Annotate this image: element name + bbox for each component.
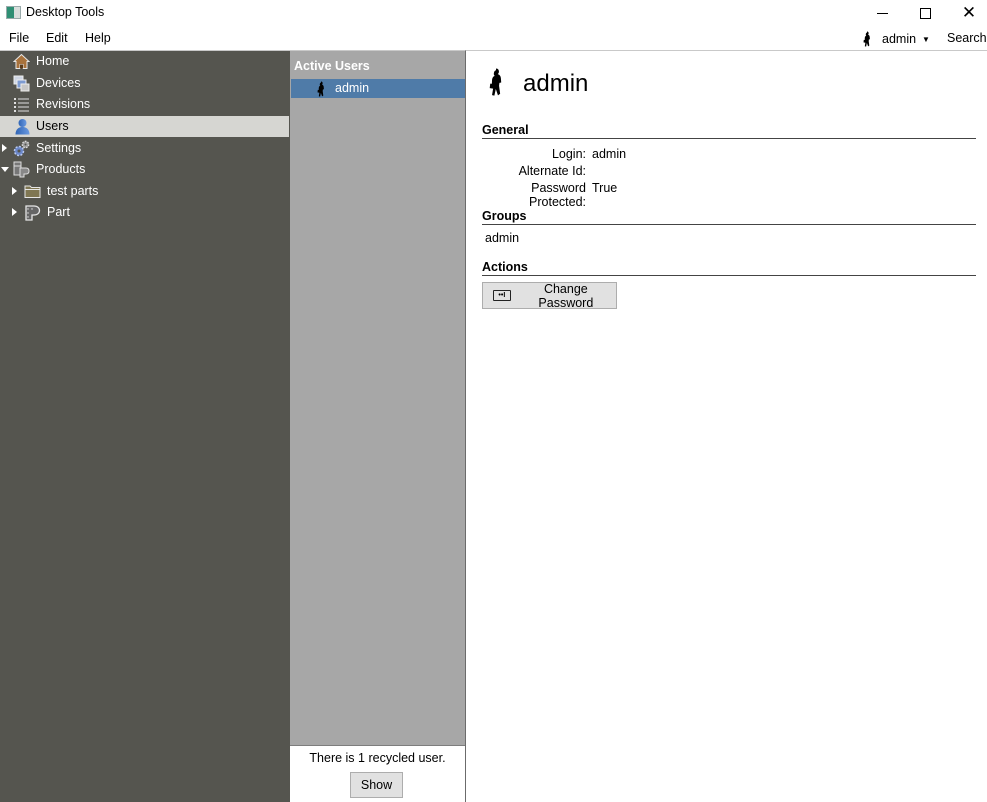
title-bar: Desktop Tools ✕	[0, 0, 987, 26]
change-password-button[interactable]: ••I Change Password	[482, 281, 617, 310]
recycled-users-text: There is 1 recycled user.	[309, 751, 446, 765]
user-silhouette-icon	[863, 31, 870, 47]
list-icon	[14, 98, 29, 112]
sidebar-item-label: Products	[36, 162, 86, 176]
part-icon	[25, 205, 41, 221]
menu-help[interactable]: Help	[85, 31, 111, 45]
group-item: admin	[485, 231, 520, 245]
user-list-item-label: admin	[335, 81, 370, 95]
prop-label: Password Protected:	[529, 181, 586, 209]
user-menu-label: admin	[882, 32, 917, 46]
prop-value: admin	[592, 147, 627, 161]
close-icon: ✕	[961, 2, 977, 23]
minimize-icon	[876, 12, 888, 14]
expand-arrow-icon[interactable]	[12, 187, 17, 195]
collapse-arrow-icon[interactable]	[1, 167, 9, 172]
window-title: Desktop Tools	[26, 5, 105, 19]
prop-row-alternate-id: Alternate Id:	[482, 164, 592, 178]
sidebar-item-revisions[interactable]: Revisions	[0, 94, 289, 115]
products-icon	[13, 161, 30, 178]
user-silhouette-icon	[489, 68, 502, 96]
sidebar-item-devices[interactable]: Devices	[0, 73, 289, 94]
home-icon	[13, 53, 30, 69]
devices-icon	[13, 75, 30, 92]
sidebar-item-home[interactable]: Home	[0, 51, 289, 72]
search-button[interactable]: Search	[947, 31, 987, 45]
sidebar-item-users[interactable]: Users	[0, 116, 289, 137]
password-field-icon: ••I	[493, 290, 511, 301]
recycled-users-footer: There is 1 recycled user. Show	[290, 745, 465, 802]
user-detail-panel: admin General Login: admin Alternate Id:…	[466, 50, 987, 802]
expand-arrow-icon[interactable]	[2, 144, 7, 152]
show-recycled-button[interactable]: Show	[350, 772, 403, 798]
user-list-item[interactable]: admin	[291, 79, 465, 98]
maximize-icon	[919, 7, 931, 19]
gears-icon	[13, 140, 30, 157]
prop-label: Alternate Id:	[518, 164, 586, 178]
sidebar-item-label: test parts	[47, 184, 99, 198]
prop-row-password-protected: Password Protected: True	[482, 181, 617, 209]
chevron-down-icon: ▼	[922, 35, 930, 44]
sidebar-item-label: Part	[47, 205, 70, 219]
app-icon	[6, 6, 21, 19]
minimize-button[interactable]	[860, 0, 904, 26]
section-general-heading: General	[482, 123, 976, 139]
user-menu[interactable]: admin ▼	[862, 31, 930, 47]
sidebar-item-settings[interactable]: Settings	[0, 138, 289, 159]
user-list-panel: Active Users admin There is 1 recycled u…	[290, 50, 466, 802]
menu-bar: File Edit Help admin ▼ Search	[0, 28, 987, 50]
prop-label: Login:	[551, 147, 586, 161]
menu-file[interactable]: File	[9, 31, 29, 45]
page-title: admin	[523, 70, 589, 97]
user-icon	[15, 119, 30, 135]
close-button[interactable]: ✕	[947, 0, 987, 26]
sidebar-item-label: Users	[36, 119, 69, 133]
change-password-label: Change Password	[538, 281, 594, 310]
menu-edit[interactable]: Edit	[46, 31, 68, 45]
sidebar-nav: Home Devices Revisions Users Settings Pr…	[0, 50, 290, 802]
sidebar-item-test-parts[interactable]: test parts	[0, 181, 289, 202]
prop-row-login: Login: admin	[482, 147, 626, 161]
sidebar-item-part[interactable]: Part	[0, 202, 289, 223]
sidebar-item-label: Settings	[36, 141, 82, 155]
sidebar-item-label: Home	[36, 54, 70, 68]
sidebar-item-label: Revisions	[36, 97, 91, 111]
user-silhouette-icon	[317, 81, 324, 97]
user-list-title: Active Users	[294, 59, 370, 73]
maximize-button[interactable]	[903, 0, 947, 26]
sidebar-item-label: Devices	[36, 76, 81, 90]
folder-icon	[24, 185, 41, 198]
sidebar-item-products[interactable]: Products	[0, 159, 289, 180]
section-groups-heading: Groups	[482, 209, 976, 225]
expand-arrow-icon[interactable]	[12, 208, 17, 216]
section-actions-heading: Actions	[482, 260, 976, 276]
prop-value: True	[592, 181, 618, 195]
